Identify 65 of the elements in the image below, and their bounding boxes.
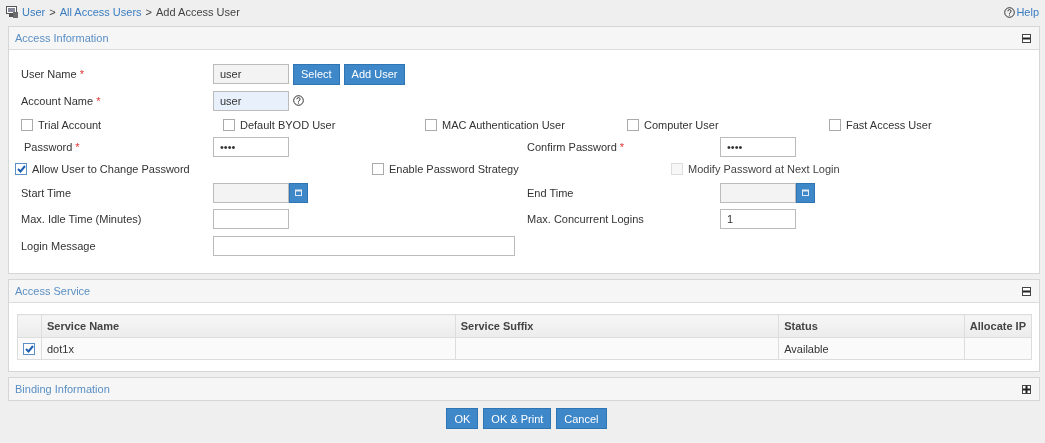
column-header: Service Name bbox=[41, 314, 456, 338]
user-name-field[interactable]: user bbox=[213, 64, 289, 84]
checkbox[interactable] bbox=[23, 342, 35, 355]
calendar-icon bbox=[295, 189, 302, 196]
login-message-field[interactable] bbox=[213, 235, 515, 256]
add-user-button[interactable]: Add User bbox=[343, 63, 406, 85]
date-field[interactable] bbox=[720, 182, 796, 203]
cancel-button[interactable]: Cancel bbox=[556, 408, 607, 429]
select-button[interactable]: Select bbox=[293, 63, 340, 85]
checkbox-label: Modify Password at Next Login bbox=[688, 163, 840, 175]
checkbox-label: Default BYOD User bbox=[240, 119, 336, 131]
breadcrumb-link[interactable]: User bbox=[22, 6, 46, 18]
field-label: Login Message bbox=[20, 239, 97, 252]
field-label: User Name * bbox=[20, 68, 85, 80]
password-field[interactable]: •••• bbox=[720, 137, 796, 157]
checkbox[interactable] bbox=[15, 163, 27, 175]
panel-title: Binding Information bbox=[15, 383, 110, 395]
ok-button[interactable]: OK bbox=[446, 408, 479, 429]
checkbox-label: Trial Account bbox=[38, 119, 102, 131]
question-icon bbox=[1004, 6, 1016, 18]
table-cell: Available bbox=[778, 337, 965, 360]
checkbox[interactable] bbox=[21, 119, 33, 131]
checkbox-label: Allow User to Change Password bbox=[32, 163, 190, 175]
breadcrumb-text: > bbox=[145, 6, 153, 18]
calendar-icon bbox=[802, 189, 809, 196]
checkbox-label: Computer User bbox=[644, 119, 719, 131]
checkbox-label: Enable Password Strategy bbox=[389, 163, 519, 175]
checkbox[interactable] bbox=[223, 119, 235, 131]
checkbox[interactable] bbox=[627, 119, 639, 131]
field-label: Max. Concurrent Logins bbox=[526, 212, 645, 225]
calendar-button[interactable] bbox=[289, 182, 308, 203]
column-header: Allocate IP bbox=[964, 314, 1032, 338]
column-header: Status bbox=[778, 314, 965, 338]
required-mark: * bbox=[619, 141, 625, 153]
checkbox-label: MAC Authentication User bbox=[442, 119, 565, 131]
date-field[interactable] bbox=[213, 182, 289, 203]
required-mark: * bbox=[96, 94, 101, 107]
field-label: Confirm Password * bbox=[526, 141, 626, 153]
field-label: End Time bbox=[526, 186, 575, 199]
field-label: Account Name * bbox=[20, 94, 102, 107]
checkbox[interactable] bbox=[372, 163, 384, 175]
checkbox-label: Fast Access User bbox=[846, 119, 932, 131]
help-link[interactable]: Help bbox=[1004, 6, 1039, 18]
field-label: Max. Idle Time (Minutes) bbox=[20, 212, 143, 225]
checkbox[interactable] bbox=[829, 119, 841, 131]
panel-title: Access Service bbox=[15, 285, 91, 297]
computer-icon bbox=[6, 6, 18, 18]
concurrent-logins-field[interactable]: 1 bbox=[720, 208, 796, 229]
breadcrumb-link[interactable]: All Access Users bbox=[59, 6, 142, 18]
checkbox[interactable] bbox=[425, 119, 437, 131]
required-mark: * bbox=[79, 68, 84, 80]
idle-time-field[interactable] bbox=[213, 208, 289, 229]
panel-title: Access Information bbox=[15, 32, 109, 44]
field-label: Password * bbox=[23, 141, 81, 153]
question-icon bbox=[293, 95, 304, 106]
column-header: Service Suffix bbox=[455, 314, 779, 338]
account-name-field[interactable]: user bbox=[213, 90, 289, 111]
password-field[interactable]: •••• bbox=[213, 137, 289, 157]
calendar-button[interactable] bbox=[796, 182, 815, 203]
required-mark: * bbox=[75, 141, 80, 153]
breadcrumb-text: Add Access User bbox=[156, 6, 240, 18]
breadcrumb-text: > bbox=[49, 6, 56, 18]
ok-print-button[interactable]: OK & Print bbox=[483, 408, 552, 429]
field-label: Start Time bbox=[20, 186, 73, 199]
table-cell: dot1x bbox=[41, 337, 456, 360]
